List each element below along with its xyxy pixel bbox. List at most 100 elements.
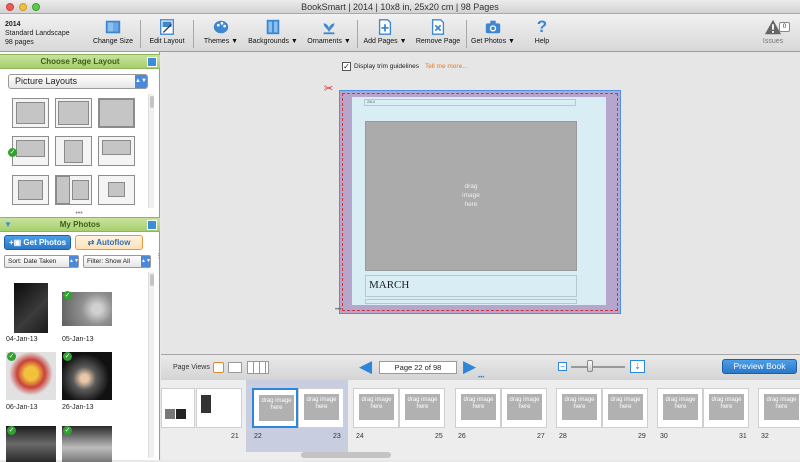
layout-thumbnail[interactable] [98, 175, 135, 205]
toolbar-separator [357, 20, 358, 48]
layout-thumbnail[interactable] [12, 136, 49, 166]
minimize-window-button[interactable] [19, 3, 27, 11]
layout-thumbnail[interactable] [98, 136, 135, 166]
edit-layout-button[interactable]: Edit Layout [147, 18, 187, 50]
layout-type-select[interactable]: Picture Layouts ▲▼ [8, 74, 148, 89]
caption-text-box[interactable]: MARCH [365, 275, 577, 297]
page-number: 32 [761, 433, 769, 440]
autoflow-button[interactable]: ⇄ Autoflow [75, 235, 143, 250]
popout-icon[interactable] [147, 57, 157, 67]
photo-date-label: 26-Jan-13 [62, 404, 94, 411]
layout-thumbnail[interactable] [98, 98, 135, 128]
edit-layout-icon [160, 19, 174, 35]
filmstrip-scrollbar[interactable] [301, 452, 391, 458]
next-page-button[interactable]: ▶ [463, 357, 476, 377]
collapse-triangle-icon[interactable]: ▼ [4, 218, 12, 232]
footer-text-box[interactable] [365, 299, 577, 304]
tell-me-more-link[interactable]: Tell me more... [425, 63, 468, 70]
filmstrip-page[interactable]: drag image here [703, 388, 749, 428]
zoom-out-icon[interactable]: − [558, 362, 567, 371]
filmstrip-page[interactable]: drag image here [556, 388, 602, 428]
filmstrip-page[interactable]: drag image here [758, 388, 800, 428]
photos-scrollbar[interactable] [148, 272, 154, 458]
scissors-icon: ✂ [324, 83, 334, 95]
multi-page-view-icon[interactable] [247, 361, 269, 374]
ornaments-button[interactable]: Ornaments ▼ [305, 18, 353, 50]
previous-page-button[interactable]: ◀ [359, 357, 372, 377]
layout-thumbnail[interactable] [12, 98, 49, 128]
layout-thumbnail[interactable] [55, 136, 92, 166]
filmstrip-page[interactable]: drag image here [353, 388, 399, 428]
sort-select[interactable]: Sort: Date Taken ▲▼ [4, 255, 79, 268]
page-navigation-bar: Page Views ◀ Page 22 of 98 ▶ − ⇣ Preview… [161, 354, 800, 381]
get-photos-button[interactable]: +▣ Get Photos [4, 235, 71, 250]
my-photos-panel-header: ▼ My Photos [0, 217, 160, 232]
page-filmstrip: 21 drag image here 22 drag image here 23… [161, 380, 800, 460]
filter-select[interactable]: Filter: Show All ▲▼ [83, 255, 151, 268]
layout-thumbnail[interactable] [55, 175, 92, 205]
page-number: 24 [356, 433, 364, 440]
title-bar: BookSmart | 2014 | 10x8 in, 25x20 cm | 9… [0, 0, 800, 14]
page-number: 29 [638, 433, 646, 440]
trim-guidelines-checkbox[interactable]: ✓ [342, 62, 351, 71]
filmstrip-page[interactable]: drag image here [501, 388, 547, 428]
get-photos-toolbar-button[interactable]: Get Photos ▼ [470, 18, 516, 50]
left-sidebar: Choose Page Layout Picture Layouts ▲▼ ✓ … [0, 52, 160, 462]
page-number: 21 [231, 433, 239, 440]
remove-page-button[interactable]: Remove Page [414, 18, 462, 50]
page-number: 27 [537, 433, 545, 440]
ornament-icon [323, 23, 335, 35]
resize-grip-icon[interactable]: ••• [72, 210, 86, 217]
question-mark-icon: ? [536, 17, 548, 36]
close-window-button[interactable] [6, 3, 14, 11]
help-button[interactable]: ? Help [528, 18, 556, 50]
themes-button[interactable]: Themes ▼ [201, 18, 241, 50]
filmstrip-page[interactable]: drag image here [455, 388, 501, 428]
filmstrip-page[interactable]: drag image here [298, 388, 344, 428]
issues-button[interactable]: Issues 0 [757, 18, 790, 50]
image-drop-zone[interactable]: drag image here [365, 121, 577, 271]
filmstrip-page[interactable] [161, 388, 210, 428]
filmstrip-page[interactable]: drag image here [602, 388, 648, 428]
page-number: 30 [660, 433, 668, 440]
page-number: 23 [333, 433, 341, 440]
camera-icon [485, 20, 501, 34]
photo-date-label: 06-Jan-13 [6, 404, 38, 411]
used-check-icon: ✓ [7, 426, 16, 435]
used-check-icon: ✓ [63, 291, 72, 300]
zoom-window-button[interactable] [32, 3, 40, 11]
zoom-slider[interactable] [571, 366, 625, 368]
backgrounds-button[interactable]: Backgrounds ▼ [247, 18, 299, 50]
photo-date-label: 05-Jan-13 [62, 336, 94, 343]
layout-thumbnail[interactable] [12, 175, 49, 205]
select-arrows-icon: ▲▼ [69, 256, 79, 267]
select-arrows-icon: ▲▼ [135, 75, 147, 88]
book-name: 2014 [5, 21, 21, 28]
popout-icon[interactable] [147, 220, 157, 230]
book-page[interactable]: 2014 drag image here MARCH [339, 90, 621, 314]
page-number: 28 [559, 433, 567, 440]
photo-thumbnail[interactable] [14, 283, 48, 333]
layout-thumbnail[interactable] [55, 98, 92, 128]
book-info: 2014 Standard Landscape 98 pages [5, 20, 70, 47]
page-content-area: 2014 drag image here MARCH [352, 97, 606, 305]
fit-page-icon[interactable]: ⇣ [630, 360, 645, 373]
page-indicator[interactable]: Page 22 of 98 [379, 361, 457, 374]
autoflow-arrows-icon: ⇄ [87, 238, 97, 247]
filmstrip-page[interactable]: drag image here [252, 388, 298, 428]
preview-book-button[interactable]: Preview Book [722, 359, 797, 374]
zoom-slider-handle[interactable] [587, 360, 593, 372]
layout-scrollbar[interactable] [148, 94, 154, 208]
selected-check-icon: ✓ [8, 148, 17, 157]
single-page-view-icon[interactable] [213, 362, 224, 373]
filmstrip-page[interactable]: drag image here [657, 388, 703, 428]
spread-view-icon[interactable] [228, 362, 242, 373]
filmstrip-page[interactable] [196, 388, 242, 428]
select-arrows-icon: ▲▼ [141, 256, 151, 267]
add-page-icon [378, 19, 392, 35]
change-size-button[interactable]: Change Size [90, 18, 136, 50]
filmstrip-page[interactable]: drag image here [399, 388, 445, 428]
add-pages-button[interactable]: Add Pages ▼ [362, 18, 408, 50]
camera-plus-icon: +▣ [8, 238, 24, 247]
header-text-box[interactable]: 2014 [364, 99, 576, 106]
